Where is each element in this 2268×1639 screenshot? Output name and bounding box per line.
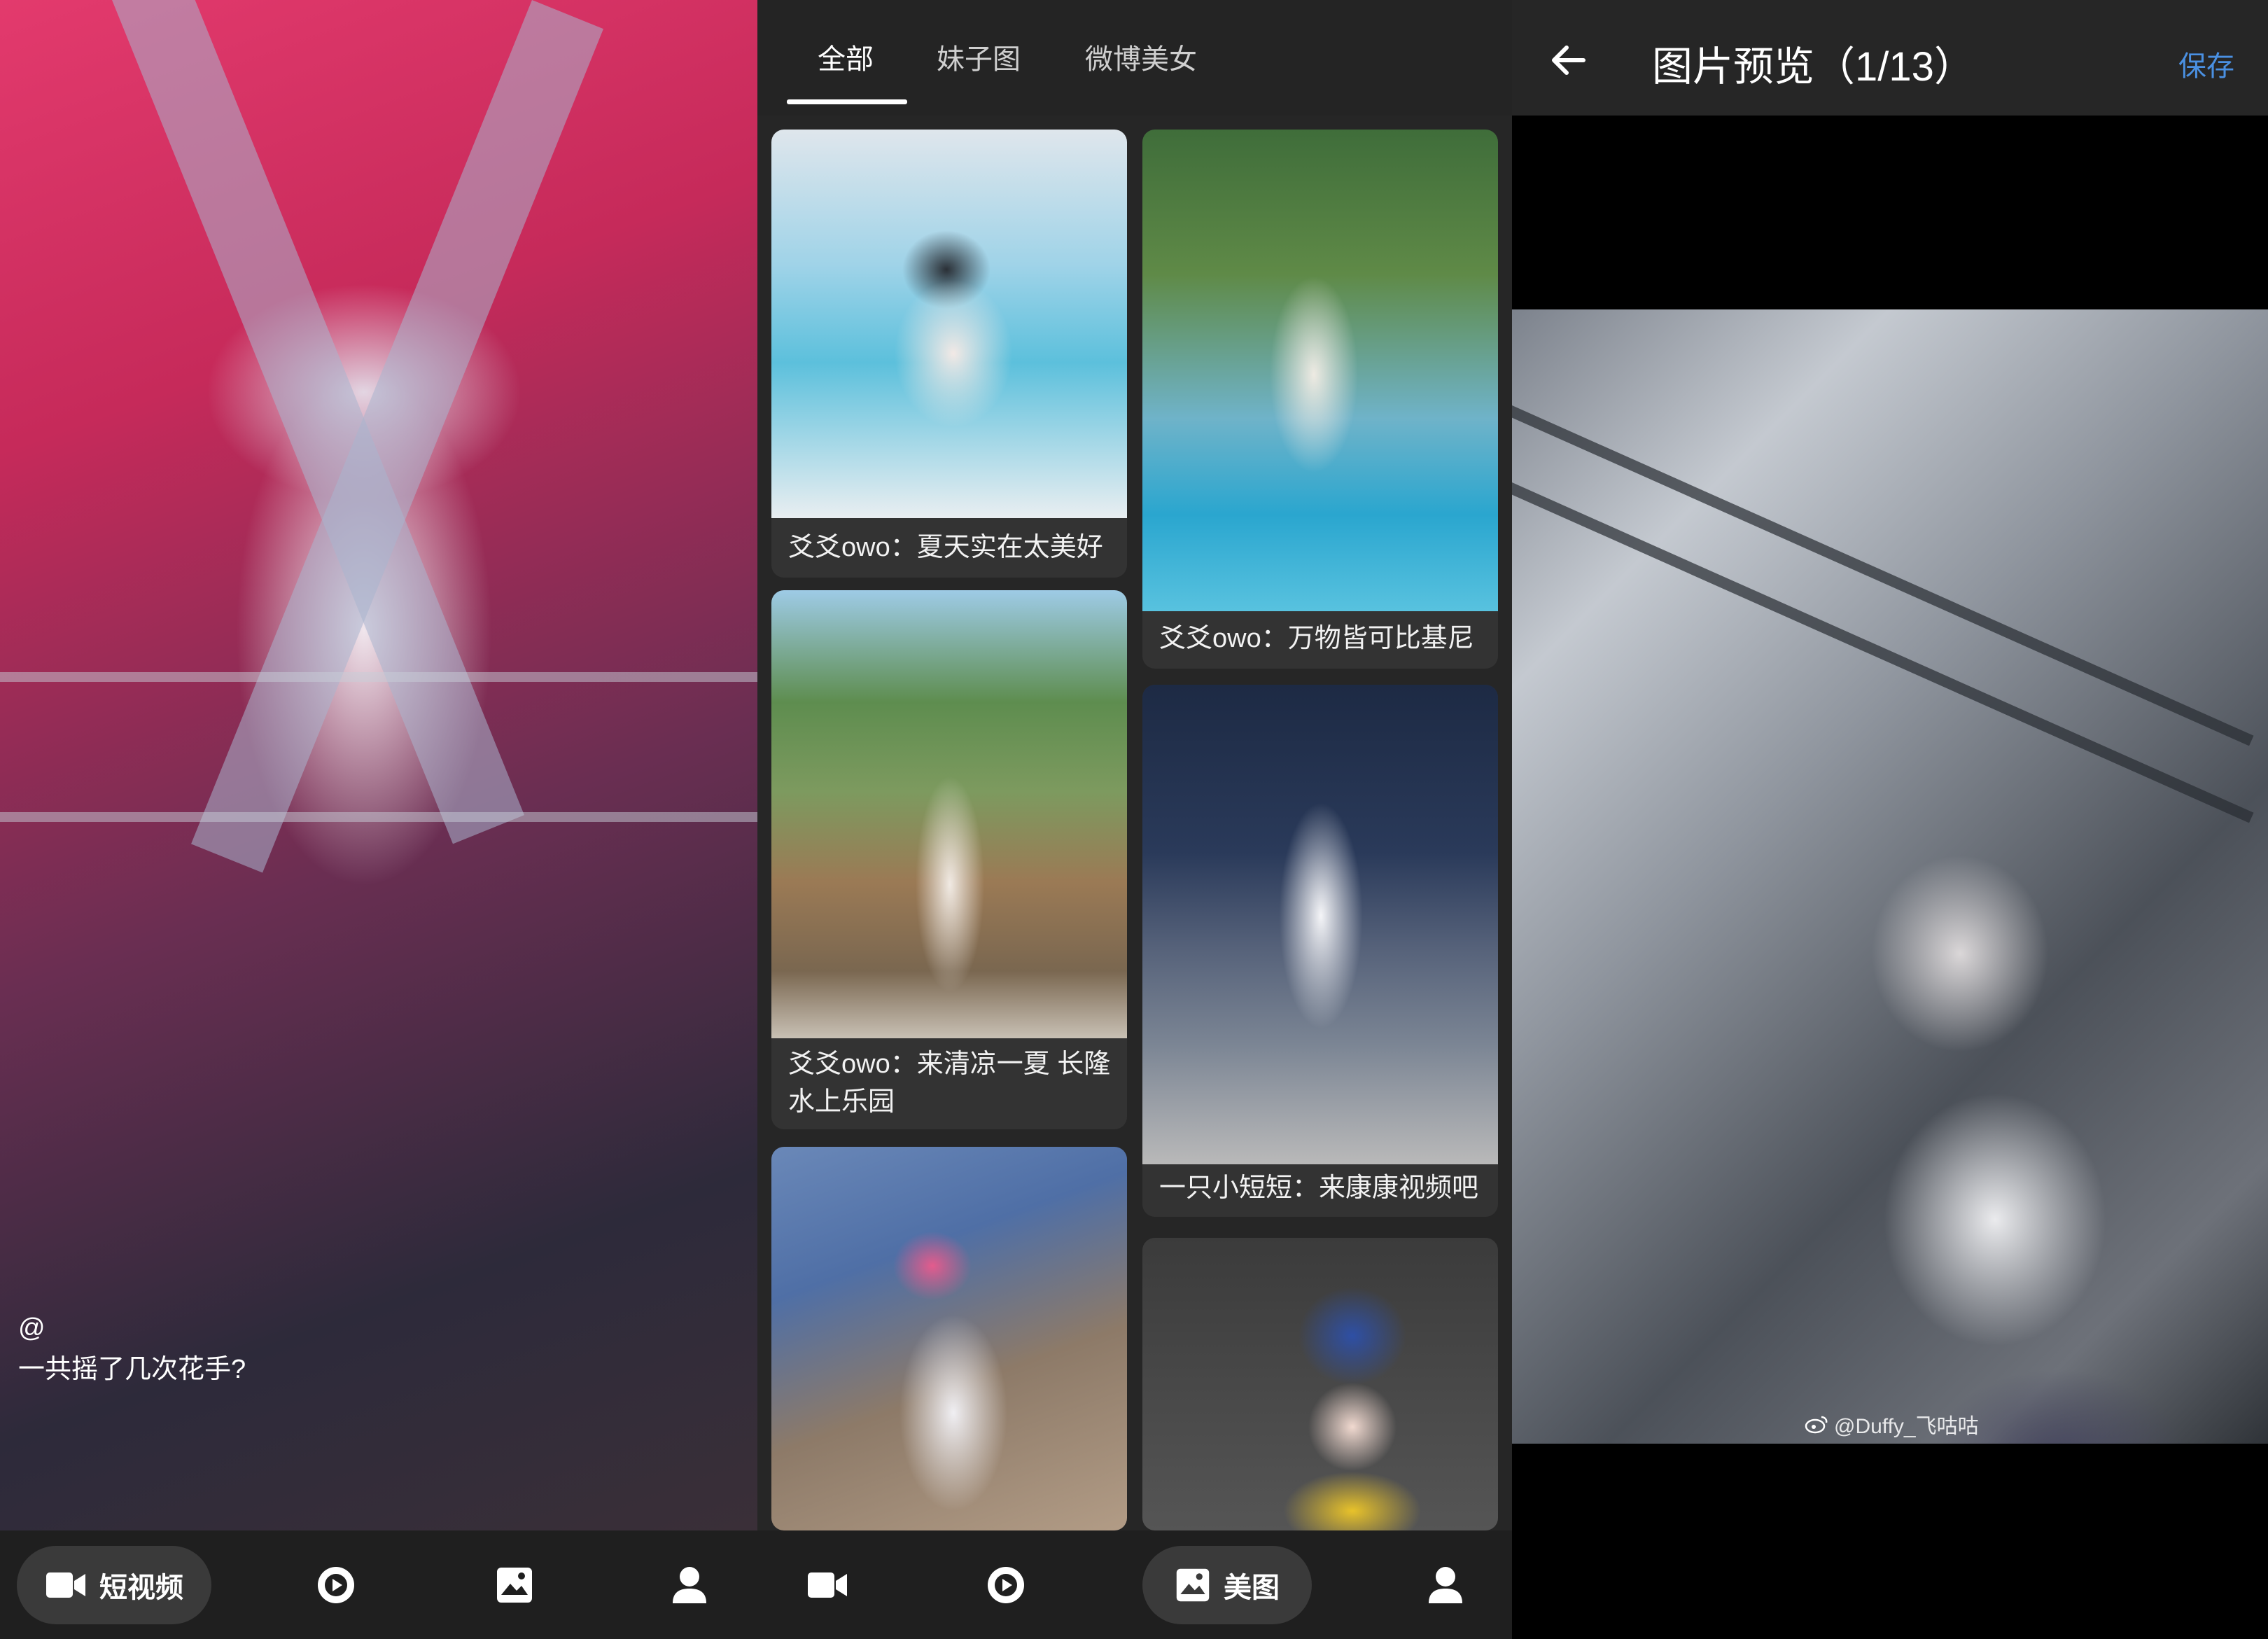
photo-feed-screen: 全部 妹子图 微博美女 爻爻owo：夏天实在太美好 爻爻owo：来清凉一夏 长隆… bbox=[757, 0, 1512, 1639]
video-camera-icon bbox=[808, 1572, 847, 1598]
video-player[interactable]: @ 一共摇了几次花手? bbox=[0, 0, 757, 1530]
bottom-nav: 短视频 bbox=[0, 1530, 757, 1639]
save-button[interactable]: 保存 bbox=[2178, 43, 2234, 84]
card-image bbox=[771, 590, 1127, 1038]
background-rail bbox=[1512, 470, 2254, 823]
card-image bbox=[1142, 1238, 1498, 1530]
photo-card[interactable] bbox=[1142, 1238, 1498, 1530]
caption-text: 一共摇了几次花手? bbox=[18, 1355, 246, 1385]
tab-weibo-beauties[interactable]: 微博美女 bbox=[1085, 36, 1197, 77]
person-icon bbox=[673, 1566, 706, 1603]
card-image bbox=[771, 130, 1127, 518]
short-video-screen: @ 一共摇了几次花手? 短视频 bbox=[0, 0, 757, 1639]
nav-item-play[interactable] bbox=[312, 1561, 360, 1610]
image-icon bbox=[497, 1567, 532, 1603]
photo-card[interactable]: 一只小短短：来康康视频吧 bbox=[1142, 685, 1498, 1217]
card-image bbox=[771, 1147, 1127, 1530]
card-caption: 爻爻owo：来清凉一夏 长隆水上乐园 bbox=[788, 1049, 1111, 1117]
person-icon bbox=[1429, 1566, 1462, 1603]
play-circle-icon bbox=[988, 1566, 1024, 1603]
photo-card[interactable]: 爻爻owo：夏天实在太美好 bbox=[771, 130, 1127, 578]
nav-item-gallery[interactable] bbox=[490, 1561, 539, 1610]
active-tab-indicator bbox=[787, 99, 907, 104]
play-circle-icon bbox=[318, 1566, 354, 1603]
nav-item-play[interactable] bbox=[981, 1561, 1030, 1610]
background-rail bbox=[0, 812, 757, 822]
tab-all[interactable]: 全部 bbox=[818, 36, 874, 77]
nav-item-label: 短视频 bbox=[99, 1572, 183, 1603]
card-image bbox=[1142, 130, 1498, 611]
nav-item-short-video[interactable] bbox=[799, 1561, 855, 1610]
tab-girls[interactable]: 妹子图 bbox=[937, 36, 1021, 77]
card-image bbox=[1142, 685, 1498, 1164]
card-caption: 爻爻owo：夏天实在太美好 bbox=[788, 533, 1103, 562]
nav-item-short-video[interactable]: 短视频 bbox=[17, 1545, 211, 1624]
card-caption: 一只小短短：来康康视频吧 bbox=[1159, 1173, 1479, 1203]
photo-card[interactable]: 爻爻owo：来清凉一夏 长隆水上乐园 bbox=[771, 590, 1127, 1129]
photo-card[interactable]: 爻爻owo：万物皆可比基尼 bbox=[1142, 130, 1498, 669]
image-icon bbox=[1176, 1568, 1210, 1601]
nav-item-profile[interactable] bbox=[1421, 1561, 1470, 1610]
back-arrow-icon[interactable] bbox=[1547, 39, 1589, 81]
image-preview-screen: 图片预览（1/13） 保存 @Duffy_飞咕咕 bbox=[1512, 0, 2268, 1639]
page-title: 图片预览（1/13） bbox=[1652, 44, 1975, 90]
weibo-icon bbox=[1805, 1416, 1828, 1434]
caption-author[interactable]: @ bbox=[18, 1308, 246, 1349]
nav-item-label: 美图 bbox=[1224, 1572, 1280, 1603]
nav-item-gallery[interactable]: 美图 bbox=[1142, 1545, 1312, 1624]
preview-header: 图片预览（1/13） 保存 bbox=[1512, 0, 2268, 116]
category-tabs: 全部 妹子图 微博美女 bbox=[757, 0, 1512, 116]
card-caption: 爻爻owo：万物皆可比基尼 bbox=[1159, 624, 1474, 653]
bottom-nav: 美图 bbox=[757, 1530, 1512, 1639]
background-rail bbox=[0, 672, 757, 682]
video-caption: @ 一共摇了几次花手? bbox=[18, 1308, 246, 1390]
background-rail bbox=[1512, 393, 2254, 746]
watermark-text: @Duffy_飞咕咕 bbox=[1834, 1415, 1979, 1438]
preview-image[interactable]: @Duffy_飞咕咕 bbox=[1512, 309, 2268, 1444]
background-beam bbox=[191, 0, 603, 873]
photo-card[interactable] bbox=[771, 1147, 1127, 1530]
nav-item-profile[interactable] bbox=[665, 1561, 714, 1610]
image-watermark: @Duffy_飞咕咕 bbox=[1805, 1409, 1979, 1439]
video-camera-icon bbox=[46, 1572, 85, 1598]
